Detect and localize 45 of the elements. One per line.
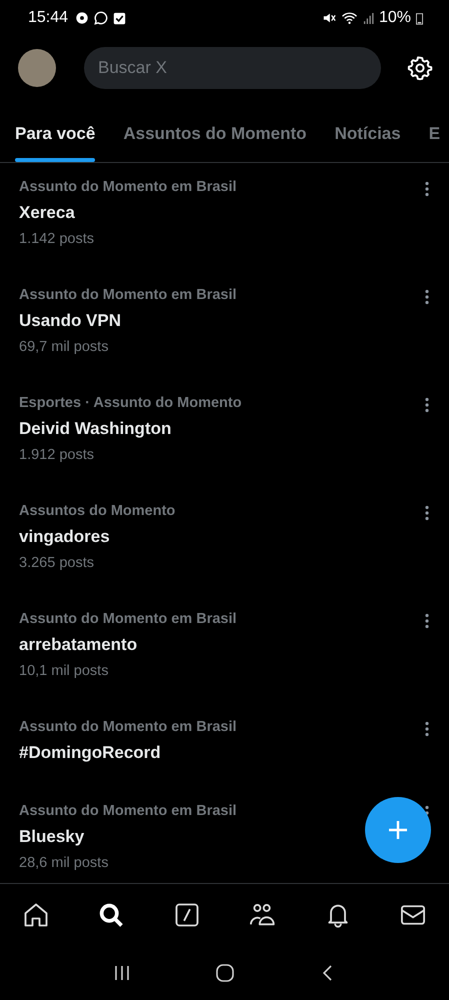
- search-icon[interactable]: [97, 901, 126, 929]
- trend-context: Assuntos do Momento: [19, 502, 176, 520]
- more-options-icon[interactable]: [425, 613, 429, 629]
- trend-context: Assunto do Momento em Brasil: [19, 178, 237, 196]
- more-options-icon[interactable]: [425, 397, 429, 413]
- avatar[interactable]: [18, 49, 56, 87]
- trend-topic[interactable]: Xereca: [19, 202, 237, 224]
- battery-icon: [416, 12, 423, 24]
- more-options-icon[interactable]: [425, 181, 429, 197]
- post-count: 3.265 posts: [19, 554, 95, 572]
- tab[interactable]: Assuntos do Momento: [123, 106, 307, 162]
- post-count: 10,1 mil posts: [19, 662, 110, 680]
- trend-topic[interactable]: vingadores: [19, 526, 176, 548]
- trend-context: Assunto do Momento em Brasil: [19, 718, 237, 736]
- post-count: 28,6 mil posts: [19, 854, 110, 872]
- chat-bubble-icon: [94, 11, 108, 25]
- checkbox-icon: [113, 12, 126, 24]
- search-field[interactable]: Buscar X: [84, 47, 381, 89]
- trend-topic[interactable]: Usando VPN: [19, 310, 237, 332]
- tab[interactable]: E: [428, 106, 440, 162]
- status-time: 15:44: [28, 9, 68, 27]
- trend-context: Assunto do Momento em Brasil: [19, 610, 237, 628]
- more-options-icon[interactable]: [425, 505, 429, 521]
- trend-topic[interactable]: Bluesky: [19, 826, 237, 848]
- slash-square-icon[interactable]: [172, 901, 201, 929]
- mute-icon: [322, 11, 336, 25]
- settings-icon[interactable]: [407, 55, 433, 81]
- post-count: 1.142 posts: [19, 230, 95, 248]
- plus-icon: [386, 818, 410, 842]
- trend-context: Assunto do Momento em Brasil: [19, 802, 237, 820]
- trend-topic[interactable]: Deivid Washington: [19, 418, 242, 440]
- wifi-icon: [340, 11, 358, 25]
- more-options-icon[interactable]: [425, 721, 429, 737]
- post-count: 1.912 posts: [19, 446, 95, 464]
- post-count: 69,7 mil posts: [19, 338, 110, 356]
- tab[interactable]: Notícias: [334, 106, 401, 162]
- trend-topic[interactable]: arrebatamento: [19, 634, 237, 656]
- trend-context: Assunto do Momento em Brasil: [19, 286, 237, 304]
- trend-context: Esportes · Assunto do Momento: [19, 394, 242, 412]
- tab[interactable]: Para você: [15, 106, 96, 162]
- home-icon[interactable]: [22, 901, 50, 929]
- trend-topic[interactable]: #DomingoRecord: [19, 742, 237, 764]
- more-options-icon[interactable]: [425, 289, 429, 305]
- signal-icon: [362, 12, 374, 24]
- battery-percentage: 10%: [378, 9, 411, 27]
